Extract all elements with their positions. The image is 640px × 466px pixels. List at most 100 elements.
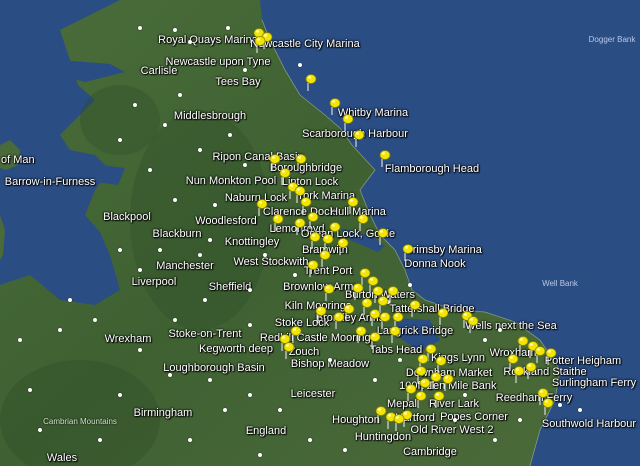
town-dot (248, 288, 252, 292)
label-houghton: Houghton (332, 414, 380, 426)
label-leicester: Leicester (290, 388, 336, 400)
pushpin-marker-icon[interactable] (436, 308, 450, 326)
label-west-stockwith: West Stockwith (233, 256, 309, 268)
label-dogger-bank: Dogger Bank (588, 35, 636, 44)
town-dot (168, 373, 172, 377)
label-stoke-on-trent: Stoke-on-Trent (168, 328, 242, 340)
town-dot (118, 248, 122, 252)
label-carlisle: Carlisle (140, 65, 178, 77)
town-dot (243, 68, 247, 72)
town-dot (248, 393, 252, 397)
label-england: England (245, 425, 287, 437)
pushpin-marker-icon[interactable] (378, 150, 392, 168)
town-dot (408, 283, 412, 287)
label-loughborough-basin: Loughborough Basin (163, 362, 265, 374)
label-nun-monkton-pool: Nun Monkton Pool (185, 175, 277, 187)
label-isle-of-man: of Man (0, 154, 35, 166)
pushpin-marker-icon[interactable] (346, 197, 360, 215)
pushpin-marker-icon[interactable] (306, 212, 320, 230)
town-dot (498, 328, 502, 332)
label-liverpool: Liverpool (131, 276, 177, 288)
pushpin-marker-icon[interactable] (336, 238, 350, 256)
town-dot (198, 253, 202, 257)
label-southwold-harbour: Southwold Harbour (541, 418, 637, 430)
town-dot (293, 273, 297, 277)
town-dot (343, 448, 347, 452)
town-dot (173, 28, 177, 32)
town-dot (68, 298, 72, 302)
pushpin-marker-icon[interactable] (328, 98, 342, 116)
town-dot (133, 103, 137, 107)
town-dot (138, 26, 142, 30)
pushpin-marker-icon[interactable] (408, 300, 422, 318)
label-blackburn: Blackburn (152, 228, 202, 240)
town-dot (178, 93, 182, 97)
town-dot (158, 248, 162, 252)
pushpin-marker-icon[interactable] (432, 391, 446, 409)
label-manchester: Manchester (156, 260, 214, 272)
pushpin-marker-icon[interactable] (294, 154, 308, 172)
town-dot (188, 438, 192, 442)
town-dot (38, 428, 42, 432)
pushpin-marker-icon[interactable] (306, 260, 320, 278)
pushpin-marker-icon[interactable] (314, 306, 328, 324)
label-middlesbrough: Middlesbrough (173, 110, 247, 122)
town-dot (148, 168, 152, 172)
pushpin-marker-icon[interactable] (304, 74, 318, 92)
town-dot (263, 253, 267, 257)
pushpin-marker-icon[interactable] (352, 130, 366, 148)
town-dot (558, 403, 562, 407)
town-dot (163, 123, 167, 127)
town-dot (58, 328, 62, 332)
town-dot (308, 438, 312, 442)
town-dot (278, 408, 282, 412)
label-blackpool: Blackpool (103, 211, 151, 223)
pushpin-marker-icon[interactable] (308, 232, 322, 250)
pushpin-marker-icon[interactable] (332, 312, 346, 330)
pushpin-marker-icon[interactable] (253, 36, 267, 54)
town-dot (518, 418, 522, 422)
label-wales: Wales (46, 452, 78, 464)
pushpin-marker-icon[interactable] (356, 214, 370, 232)
town-dot (398, 358, 402, 362)
pushpin-marker-icon[interactable] (376, 228, 390, 246)
pushpin-marker-icon[interactable] (524, 362, 538, 380)
town-dot (18, 338, 22, 342)
pushpin-marker-icon[interactable] (322, 284, 336, 302)
label-grimsby-marina: Grimsby Marina (404, 244, 482, 256)
label-cambrian-mountains: Cambrian Mountains (43, 417, 117, 426)
town-dot (248, 323, 252, 327)
town-dot (258, 453, 262, 457)
pushpin-marker-icon[interactable] (282, 342, 296, 360)
label-wrexham: Wrexham (104, 333, 152, 345)
town-dot (118, 393, 122, 397)
town-dot (298, 63, 302, 67)
town-dot (328, 358, 332, 362)
pushpin-marker-icon[interactable] (368, 332, 382, 350)
town-dot (208, 378, 212, 382)
label-flamborough-head: Flamborough Head (384, 163, 480, 175)
label-knottingley: Knottingley (224, 236, 280, 248)
town-dot (483, 338, 487, 342)
town-dot (223, 408, 227, 412)
pushpin-marker-icon[interactable] (354, 326, 368, 344)
pushpin-marker-icon[interactable] (401, 244, 415, 262)
label-royal-quays-marina: Royal Quays Marina (158, 34, 258, 46)
pushpin-marker-icon[interactable] (271, 214, 285, 232)
lake-district-shading (80, 85, 160, 155)
pushpin-marker-icon[interactable] (466, 316, 480, 334)
town-dot (228, 133, 232, 137)
pushpin-marker-icon[interactable] (392, 414, 406, 432)
pushpin-marker-icon[interactable] (544, 348, 558, 366)
pushpin-marker-icon[interactable] (318, 250, 332, 268)
town-dot (373, 378, 377, 382)
map-view[interactable]: Dogger Bank Well Bank Cambrian Mountains Ro… (0, 0, 640, 466)
label-surlingham-ferry: Surlingham Ferry (551, 377, 637, 389)
pushpin-marker-icon[interactable] (441, 374, 455, 392)
town-dot (463, 393, 467, 397)
pushpin-marker-icon[interactable] (414, 391, 428, 409)
pushpin-marker-icon[interactable] (388, 326, 402, 344)
pushpin-marker-icon[interactable] (541, 398, 555, 416)
pushpin-marker-icon[interactable] (293, 218, 307, 236)
pushpin-marker-icon[interactable] (255, 199, 269, 217)
